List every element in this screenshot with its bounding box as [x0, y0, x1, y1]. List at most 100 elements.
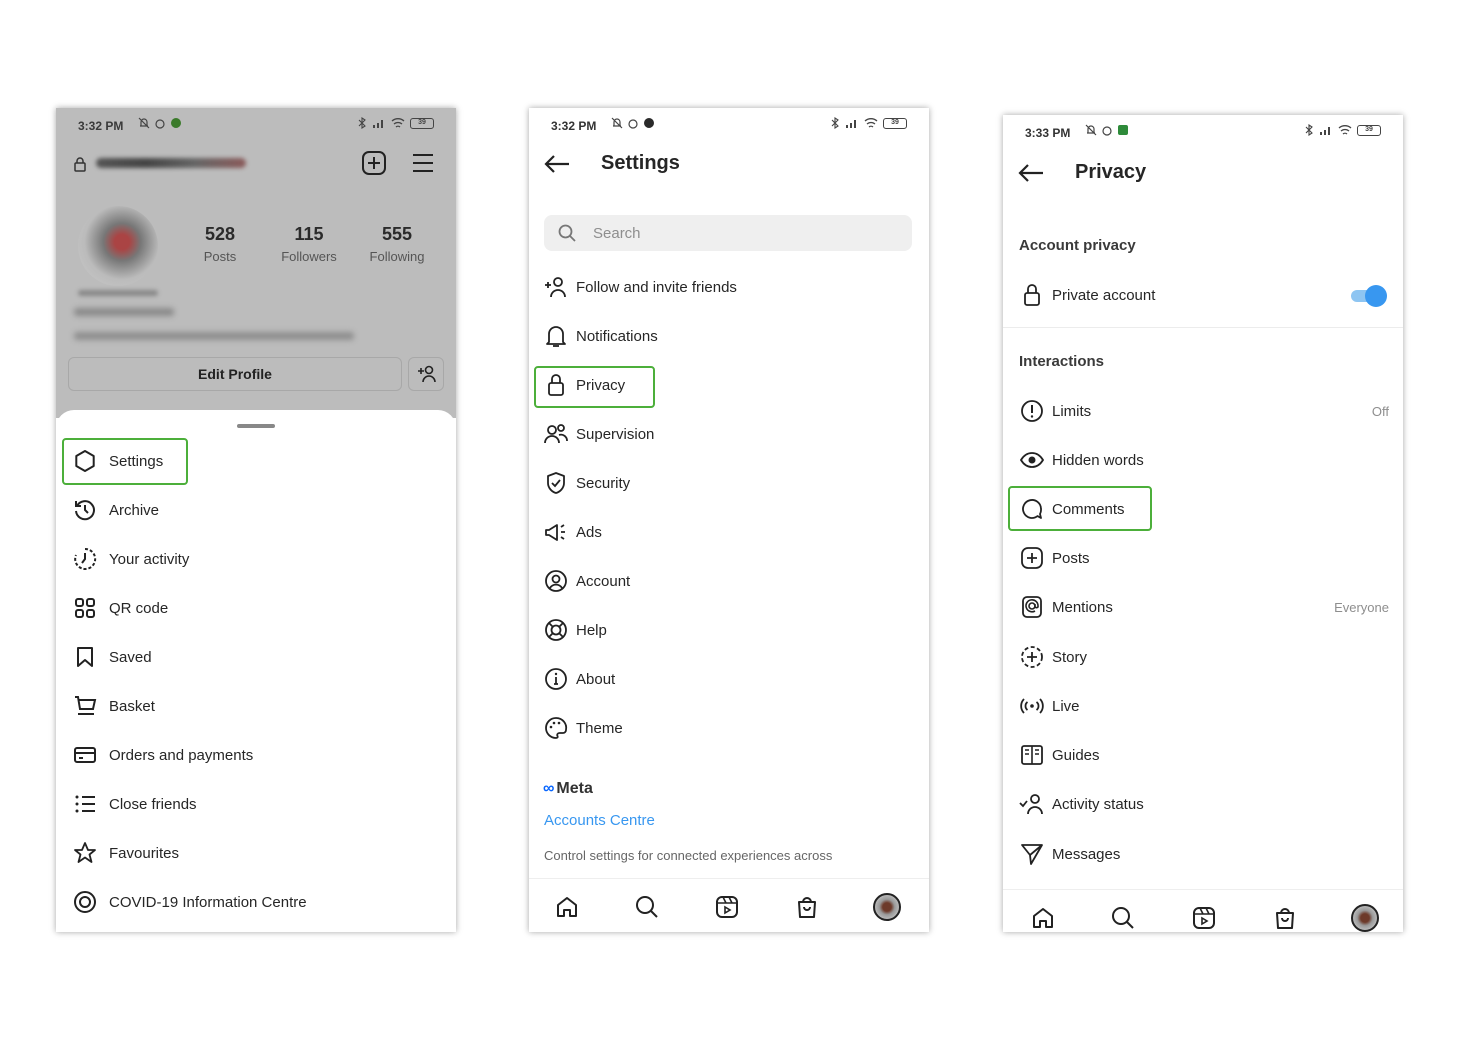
menu-item-label: Favourites	[109, 844, 180, 862]
settings-item-help[interactable]: Help	[543, 613, 607, 647]
at-icon	[1019, 594, 1045, 620]
settings-item-label: Account	[576, 572, 631, 590]
discover-people-button[interactable]	[408, 357, 444, 391]
qr-code-icon	[72, 595, 98, 621]
menu-item-label: Your activity	[109, 550, 190, 568]
menu-sheet: Settings Archive Your activity QR code S…	[56, 410, 456, 932]
settings-item-notifications[interactable]: Notifications	[543, 319, 658, 353]
reels-icon[interactable]	[1190, 904, 1218, 932]
profile-avatar-nav[interactable]	[873, 893, 901, 921]
settings-item-theme[interactable]: Theme	[543, 711, 623, 745]
settings-item-label: Privacy	[576, 376, 626, 394]
menu-item-label: COVID-19 Information Centre	[109, 893, 307, 911]
private-account-toggle[interactable]	[1351, 285, 1389, 307]
account-icon	[543, 568, 569, 594]
privacy-item-label: Posts	[1052, 549, 1090, 567]
interactions-header: Interactions	[1019, 353, 1105, 370]
privacy-item-limits[interactable]: Limits Off	[1019, 394, 1391, 428]
privacy-item-label: Comments	[1052, 500, 1125, 518]
guides-icon	[1019, 742, 1045, 768]
alarm-icon	[155, 119, 165, 129]
back-arrow-icon[interactable]	[1017, 161, 1045, 185]
home-icon[interactable]	[553, 893, 581, 921]
hamburger-menu-icon[interactable]	[411, 152, 435, 174]
private-account-row[interactable]: Private account	[1019, 278, 1391, 312]
privacy-item-label: Limits	[1052, 402, 1092, 420]
menu-item-covid[interactable]: COVID-19 Information Centre	[72, 882, 307, 922]
privacy-item-guides[interactable]: Guides	[1019, 738, 1391, 772]
privacy-item-mentions[interactable]: Mentions Everyone	[1019, 590, 1391, 624]
privacy-item-hidden-words[interactable]: Hidden words	[1019, 443, 1391, 477]
shield-icon	[543, 470, 569, 496]
settings-item-account[interactable]: Account	[543, 564, 630, 598]
profile-avatar[interactable]	[78, 206, 158, 286]
search-nav-icon[interactable]	[633, 893, 661, 921]
menu-item-saved[interactable]: Saved	[72, 637, 152, 677]
privacy-item-posts[interactable]: Posts	[1019, 541, 1391, 575]
settings-item-security[interactable]: Security	[543, 466, 630, 500]
menu-item-basket[interactable]: Basket	[72, 686, 155, 726]
status-system-icons: 39	[357, 117, 434, 129]
following-stat[interactable]: 555 Following	[357, 224, 437, 264]
privacy-item-live[interactable]: Live	[1019, 689, 1391, 723]
page-title: Privacy	[1075, 161, 1147, 183]
bluetooth-icon	[1305, 124, 1313, 136]
menu-item-archive[interactable]: Archive	[72, 490, 159, 530]
shop-icon[interactable]	[793, 893, 821, 921]
archive-icon	[72, 497, 98, 523]
battery-icon: 39	[1357, 124, 1381, 136]
account-privacy-header: Account privacy	[1019, 237, 1136, 254]
edit-profile-button[interactable]: Edit Profile	[68, 357, 402, 391]
sheet-handle[interactable]	[237, 424, 275, 428]
settings-item-follow-invite[interactable]: Follow and invite friends	[543, 270, 737, 304]
privacy-item-messages[interactable]: Messages	[1019, 837, 1391, 871]
search-input[interactable]: Search	[544, 215, 912, 251]
privacy-item-label: Story	[1052, 648, 1088, 666]
menu-item-label: Basket	[109, 697, 155, 715]
battery-icon: 39	[410, 117, 434, 129]
menu-item-close-friends[interactable]: Close friends	[72, 784, 197, 824]
posts-stat[interactable]: 528 Posts	[180, 224, 260, 264]
bio-redacted	[78, 290, 158, 296]
status-system-icons: 39	[1304, 124, 1381, 136]
divider	[1003, 327, 1403, 328]
search-nav-icon[interactable]	[1109, 904, 1137, 932]
settings-item-privacy[interactable]: Privacy	[543, 368, 625, 402]
settings-item-supervision[interactable]: Supervision	[543, 417, 654, 451]
privacy-item-label: Hidden words	[1052, 451, 1144, 469]
status-bar: 3:33 PM 39	[1003, 115, 1403, 149]
followers-stat[interactable]: 115 Followers	[269, 224, 349, 264]
battery-icon: 39	[883, 117, 907, 129]
privacy-item-comments[interactable]: Comments	[1019, 492, 1391, 526]
bluetooth-icon	[358, 117, 366, 129]
wifi-icon	[1338, 125, 1352, 135]
shop-icon[interactable]	[1271, 904, 1299, 932]
back-arrow-icon[interactable]	[543, 152, 571, 176]
settings-item-label: Follow and invite friends	[576, 278, 737, 296]
plus-square-icon	[1019, 545, 1045, 571]
activity-status-icon	[1019, 791, 1045, 817]
menu-item-orders-payments[interactable]: Orders and payments	[72, 735, 253, 775]
wifi-icon	[391, 118, 405, 128]
app-icon	[644, 118, 654, 128]
menu-item-label: QR code	[109, 599, 169, 617]
avatar	[1351, 904, 1379, 932]
settings-item-ads[interactable]: Ads	[543, 515, 602, 549]
privacy-item-activity-status[interactable]: Activity status	[1019, 787, 1391, 821]
profile-avatar-nav[interactable]	[1351, 904, 1379, 932]
new-post-icon[interactable]	[361, 150, 387, 176]
reels-icon[interactable]	[713, 893, 741, 921]
alert-circle-icon	[1019, 398, 1045, 424]
lock-icon	[543, 372, 569, 398]
accounts-centre-link[interactable]: Accounts Centre	[544, 812, 655, 829]
privacy-item-story[interactable]: Story	[1019, 640, 1391, 674]
menu-item-settings[interactable]: Settings	[72, 441, 163, 481]
status-notification-icons	[138, 117, 182, 129]
home-icon[interactable]	[1029, 904, 1057, 932]
menu-item-your-activity[interactable]: Your activity	[72, 539, 189, 579]
privacy-item-value: Off	[1371, 403, 1389, 419]
palette-icon	[543, 715, 569, 741]
menu-item-qr-code[interactable]: QR code	[72, 588, 168, 628]
settings-item-about[interactable]: About	[543, 662, 615, 696]
menu-item-favourites[interactable]: Favourites	[72, 833, 179, 873]
